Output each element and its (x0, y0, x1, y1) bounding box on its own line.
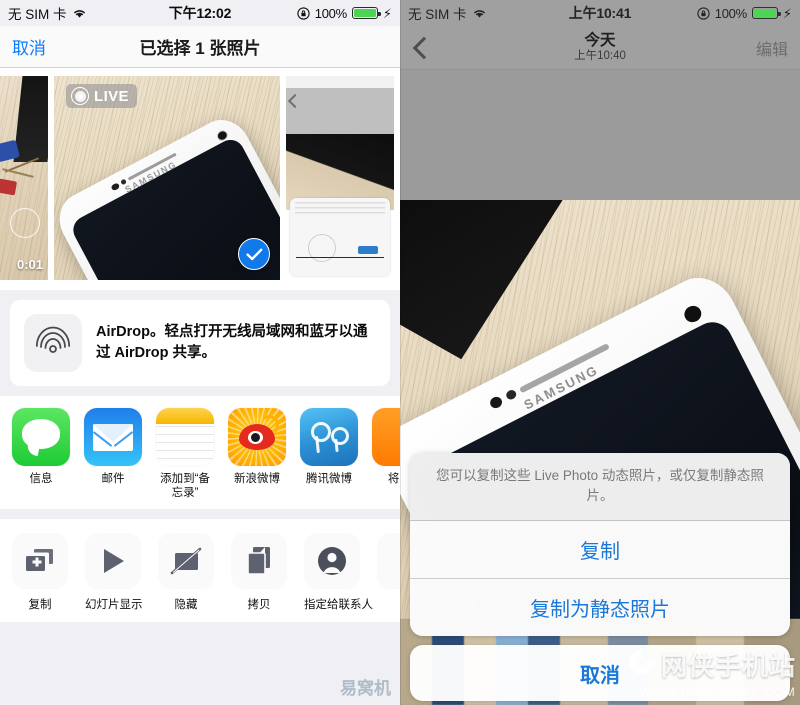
share-app-label: 添加到“备忘录” (160, 473, 210, 500)
share-item-tencent-weibo[interactable]: 腾讯微博 (300, 408, 358, 501)
cancel-button[interactable]: 取消 (12, 34, 46, 59)
action-item-more[interactable] (377, 532, 400, 612)
navbar-titles: 今天 上午10:40 (400, 31, 800, 63)
copy-button[interactable]: 复制 (410, 521, 790, 579)
action-label: 隐藏 (174, 598, 198, 611)
carrier-label: 无 SIM 卡 (8, 7, 67, 22)
share-sheet-title: 已选择 1 张照片 (139, 39, 261, 58)
photo-viewer-body: SAMSUNG 您可以复制这些 Live Photo 动态照片，或仅复制静态照片… (400, 70, 800, 705)
airdrop-description: AirDrop。轻点打开无线局域网和蓝牙以通过 AirDrop 共享。 (96, 324, 368, 361)
live-photo-badge: LIVE (66, 84, 137, 108)
mail-icon (84, 408, 142, 466)
page-title: 今天 (584, 31, 616, 49)
chevron-left-icon[interactable] (412, 36, 436, 59)
status-left-group: 无 SIM 卡 (8, 3, 87, 23)
action-label: 指定给联系人 (304, 598, 373, 611)
slideshow-play-icon (85, 532, 141, 589)
hide-icon (158, 532, 214, 589)
action-item-duplicate[interactable]: 复制 (12, 532, 68, 612)
battery-percent-label: 100% (714, 5, 747, 21)
airdrop-card[interactable]: AirDrop。轻点打开无线局域网和蓝牙以通过 AirDrop 共享。 (10, 300, 390, 386)
battery-icon (751, 7, 781, 19)
battery-percent-label: 100% (314, 5, 347, 21)
page-subtitle: 上午10:40 (574, 50, 626, 63)
messages-icon (12, 408, 70, 466)
rotation-lock-icon (697, 6, 710, 20)
more-action-icon (377, 532, 400, 589)
duplicate-icon (12, 532, 68, 589)
share-app-label: 邮件 (101, 473, 125, 485)
status-right-group: 100% ⚡ (297, 6, 392, 21)
action-label: 复制 (28, 598, 52, 611)
photo-strip[interactable]: 0:01 SAMSUNG LIVE (0, 68, 400, 290)
share-app-label: 信息 (29, 473, 53, 485)
battery-icon (351, 7, 381, 19)
action-sheet-title: 您可以复制这些 Live Photo 动态照片，或仅复制静态照片。 (410, 452, 790, 521)
secondary-watermark-name: 易窝机 (340, 679, 391, 698)
secondary-watermark: 易窝机 (340, 674, 391, 699)
left-screen: 无 SIM 卡 下午12:02 100% ⚡ 取消 已选择 1 张照片 0:01… (0, 0, 400, 705)
live-photo-thumbnail[interactable]: SAMSUNG LIVE (54, 76, 280, 280)
share-item-notes[interactable]: 添加到“备忘录” (156, 408, 214, 501)
thumb-object-red (0, 178, 18, 196)
share-item-mail[interactable]: 邮件 (84, 408, 142, 501)
selected-checkmark-icon[interactable] (238, 238, 270, 270)
copy-as-still-photo-button[interactable]: 复制为静态照片 (410, 579, 790, 636)
left-status-bar: 无 SIM 卡 下午12:02 100% ⚡ (0, 0, 400, 26)
unselected-circle-icon[interactable] (10, 208, 40, 238)
share-app-label: 新浪微博 (234, 473, 280, 485)
photo-viewer-navbar: 今天 上午10:40 编辑 (400, 26, 800, 70)
action-sheet-group: 您可以复制这些 Live Photo 动态照片，或仅复制静态照片。 复制 复制为… (410, 452, 790, 636)
action-row[interactable]: 复制 幻灯片显示 隐藏 拷贝 指定给联系人 (0, 518, 400, 622)
action-item-hide[interactable]: 隐藏 (158, 532, 214, 612)
status-right-group: 100% ⚡ (697, 6, 792, 21)
more-app-icon (372, 408, 400, 466)
sina-weibo-icon (228, 408, 286, 466)
video-duration-label: 0:01 (16, 257, 43, 272)
assign-contact-icon (304, 532, 360, 589)
rotation-lock-icon (297, 6, 310, 20)
cancel-button[interactable]: 取消 (410, 645, 790, 701)
status-left-group: 无 SIM 卡 (408, 3, 487, 23)
wifi-icon (472, 7, 487, 19)
action-label: 幻灯片显示 (85, 598, 143, 611)
right-screen: 无 SIM 卡 上午10:41 100% ⚡ 今天 上午10:40 编辑 SAM… (400, 0, 800, 705)
lightning-bolt-icon: ⚡ (382, 5, 392, 21)
action-item-copy[interactable]: 拷贝 (231, 532, 287, 612)
panel-divider (400, 0, 401, 705)
action-item-assign-contact[interactable]: 指定给联系人 (304, 532, 373, 612)
edit-button[interactable]: 编辑 (756, 36, 788, 60)
live-badge-label: LIVE (94, 87, 129, 105)
dual-screenshot-container: 无 SIM 卡 下午12:02 100% ⚡ 取消 已选择 1 张照片 0:01… (0, 0, 800, 705)
share-item-messages[interactable]: 信息 (12, 408, 70, 501)
share-app-label: 将 至 (387, 473, 400, 485)
live-icon (71, 87, 89, 105)
share-item-more[interactable]: 将 至 (372, 408, 400, 501)
wifi-icon (72, 7, 87, 19)
action-item-slideshow[interactable]: 幻灯片显示 (85, 532, 143, 612)
carrier-label: 无 SIM 卡 (408, 7, 467, 22)
copy-icon (231, 532, 287, 589)
share-sheet-navbar: 取消 已选择 1 张照片 (0, 26, 400, 68)
lightning-bolt-icon: ⚡ (782, 5, 792, 21)
action-label: 拷贝 (247, 598, 271, 611)
share-app-row[interactable]: 信息 邮件 添加到“备忘录” 新浪微博 腾讯微博 将 (0, 396, 400, 509)
screenshot-thumbnail[interactable] (286, 76, 394, 280)
right-status-bar: 无 SIM 卡 上午10:41 100% ⚡ (400, 0, 800, 26)
notes-icon (156, 408, 214, 466)
share-item-sina-weibo[interactable]: 新浪微博 (228, 408, 286, 501)
share-app-label: 腾讯微博 (306, 473, 352, 485)
video-thumbnail[interactable]: 0:01 (0, 76, 48, 280)
action-sheet: 您可以复制这些 Live Photo 动态照片，或仅复制静态照片。 复制 复制为… (410, 452, 790, 701)
airdrop-icon (24, 314, 82, 372)
tencent-weibo-icon (300, 408, 358, 466)
